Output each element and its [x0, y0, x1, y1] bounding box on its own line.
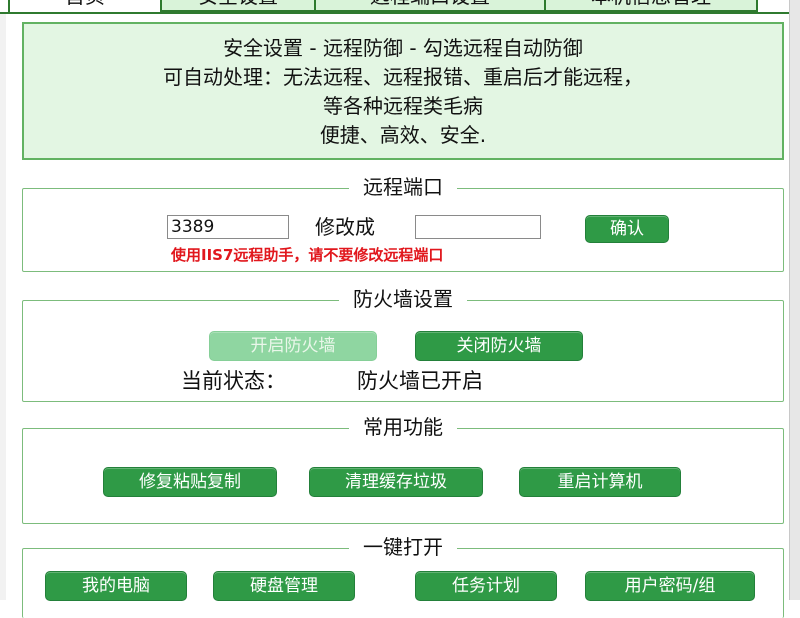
- user-password-group-button[interactable]: 用户密码/组: [585, 571, 755, 601]
- tab-home[interactable]: 首页: [8, 0, 162, 12]
- info-line-2: 可自动处理：无法远程、远程报错、重启后才能远程，: [163, 65, 643, 89]
- firewall-group: 防火墙设置 开启防火墙 关闭防火墙 当前状态： 防火墙已开启: [22, 287, 784, 402]
- firewall-status-label: 当前状态：: [181, 369, 286, 393]
- current-port-field[interactable]: 3389: [167, 215, 289, 239]
- info-line-3: 等各种远程类毛病: [323, 94, 483, 118]
- window-left-border: [0, 14, 6, 600]
- tab-machine-info[interactable]: 本机信息管理: [544, 0, 758, 12]
- firewall-title: 防火墙设置: [339, 287, 467, 311]
- confirm-button[interactable]: 确认: [585, 215, 669, 243]
- firewall-status-value: 防火墙已开启: [357, 369, 483, 393]
- info-line-4: 便捷、高效、安全.: [319, 123, 487, 147]
- common-functions-title: 常用功能: [349, 415, 457, 439]
- tab-remote-port-settings[interactable]: 远程端口设置: [314, 0, 546, 12]
- my-computer-button[interactable]: 我的电脑: [45, 571, 187, 601]
- quick-open-title: 一键打开: [349, 535, 457, 559]
- clean-cache-button[interactable]: 清理缓存垃圾: [309, 467, 483, 497]
- tab-security-settings[interactable]: 安全设置: [160, 0, 316, 12]
- remote-port-group: 远程端口 3389 修改成 确认 使用IIS7远程助手，请不要修改远程端口: [22, 175, 784, 272]
- vertical-scrollbar[interactable]: [789, 0, 800, 600]
- modify-to-label: 修改成: [315, 215, 375, 239]
- open-firewall-button[interactable]: 开启防火墙: [209, 331, 377, 361]
- disk-management-button[interactable]: 硬盘管理: [213, 571, 355, 601]
- common-functions-group: 常用功能 修复粘贴复制 清理缓存垃圾 重启计算机: [22, 415, 784, 524]
- restart-computer-button[interactable]: 重启计算机: [519, 467, 681, 497]
- info-line-1: 安全设置 - 远程防御 - 勾选远程自动防御: [223, 36, 583, 60]
- remote-port-title: 远程端口: [349, 175, 457, 199]
- tab-bar: 首页 安全设置 远程端口设置 本机信息管理: [0, 0, 800, 14]
- new-port-field[interactable]: [415, 215, 541, 239]
- info-panel: 安全设置 - 远程防御 - 勾选远程自动防御 可自动处理：无法远程、远程报错、重…: [22, 22, 784, 160]
- quick-open-group: 一键打开 我的电脑 硬盘管理 任务计划 用户密码/组: [22, 535, 784, 618]
- port-warning-text: 使用IIS7远程助手，请不要修改远程端口: [171, 246, 444, 264]
- close-firewall-button[interactable]: 关闭防火墙: [415, 331, 583, 361]
- task-scheduler-button[interactable]: 任务计划: [415, 571, 557, 601]
- fix-copy-paste-button[interactable]: 修复粘贴复制: [103, 467, 277, 497]
